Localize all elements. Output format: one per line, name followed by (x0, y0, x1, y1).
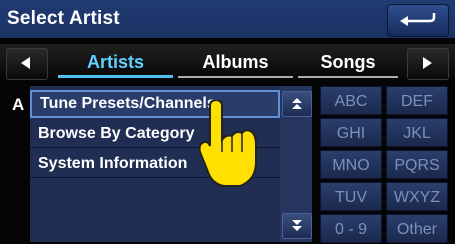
right-arrow-icon (423, 57, 432, 69)
index-letter: A (12, 95, 25, 114)
back-button[interactable] (387, 4, 449, 37)
pointing-hand-icon (196, 98, 258, 195)
scroll-down-icon (292, 220, 302, 231)
screen: Select Artist Artists Albums Songs A Tun… (0, 0, 455, 244)
scroll-up-icon (292, 98, 302, 109)
key-abc[interactable]: ABC (320, 86, 382, 115)
scrollbar[interactable] (280, 86, 312, 242)
key-pqrs[interactable]: PQRS (386, 150, 448, 179)
left-arrow-icon (21, 57, 30, 69)
key-0-9[interactable]: 0 - 9 (320, 214, 382, 243)
key-ghi[interactable]: GHI (320, 118, 382, 147)
tab-bar: Artists Albums Songs (0, 44, 455, 82)
tab-albums[interactable]: Albums (178, 48, 293, 78)
key-other[interactable]: Other (386, 214, 448, 243)
scroll-down-button[interactable] (282, 213, 312, 239)
back-icon (400, 13, 436, 26)
key-jkl[interactable]: JKL (386, 118, 448, 147)
key-def[interactable]: DEF (386, 86, 448, 115)
tab-songs[interactable]: Songs (298, 48, 398, 78)
key-wxyz[interactable]: WXYZ (386, 182, 448, 211)
scroll-up-button[interactable] (282, 91, 312, 117)
tab-artists[interactable]: Artists (58, 48, 173, 78)
header-bar: Select Artist (0, 0, 455, 38)
page-title: Select Artist (7, 8, 120, 29)
tab-next-button[interactable] (407, 48, 449, 80)
key-tuv[interactable]: TUV (320, 182, 382, 211)
key-mno[interactable]: MNO (320, 150, 382, 179)
tab-prev-button[interactable] (6, 48, 48, 80)
